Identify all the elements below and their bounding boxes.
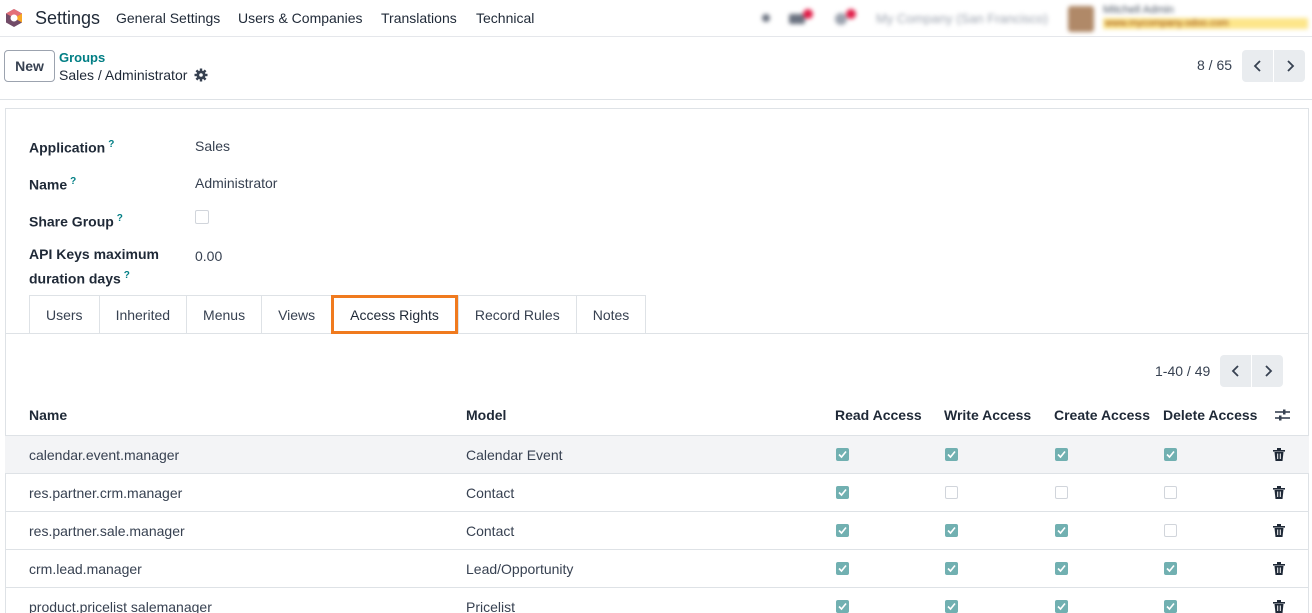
form-tabs: Users Inherited Menus Views Access Right… bbox=[29, 295, 647, 334]
chevron-left-icon bbox=[1231, 365, 1239, 377]
previous-record-button[interactable] bbox=[1242, 50, 1273, 82]
user-avatar[interactable] bbox=[1068, 6, 1094, 32]
next-record-button[interactable] bbox=[1274, 50, 1305, 82]
column-header-delete[interactable]: Delete Access bbox=[1163, 407, 1257, 423]
menu-users-companies[interactable]: Users & Companies bbox=[238, 10, 363, 26]
write-access-checkbox[interactable] bbox=[945, 524, 958, 537]
tab-record-rules[interactable]: Record Rules bbox=[457, 295, 576, 334]
app-name[interactable]: Settings bbox=[35, 8, 100, 29]
tab-access-rights[interactable]: Access Rights bbox=[331, 295, 458, 334]
trash-icon[interactable] bbox=[1273, 486, 1285, 499]
company-switcher[interactable]: My Company (San Francisco) bbox=[876, 11, 1048, 26]
help-tooltip-icon[interactable]: ? bbox=[117, 213, 123, 224]
share-group-checkbox[interactable] bbox=[195, 210, 209, 224]
table-row[interactable]: res.partner.sale.manager Contact bbox=[5, 511, 1309, 549]
top-navbar: Settings General Settings Users & Compan… bbox=[0, 0, 1312, 37]
create-access-checkbox[interactable] bbox=[1055, 524, 1068, 537]
read-access-checkbox[interactable] bbox=[836, 524, 849, 537]
cell-model[interactable]: Calendar Event bbox=[466, 447, 563, 463]
name-value[interactable]: Administrator bbox=[195, 175, 277, 191]
create-access-checkbox[interactable] bbox=[1055, 486, 1068, 499]
read-access-checkbox[interactable] bbox=[836, 562, 849, 575]
help-tooltip-icon[interactable]: ? bbox=[124, 270, 130, 281]
cell-model[interactable]: Lead/Opportunity bbox=[466, 561, 573, 577]
column-header-create[interactable]: Create Access bbox=[1054, 407, 1150, 423]
read-access-checkbox[interactable] bbox=[836, 600, 849, 613]
delete-access-checkbox[interactable] bbox=[1164, 600, 1177, 613]
trash-icon[interactable] bbox=[1273, 600, 1285, 613]
application-label: Application? bbox=[29, 139, 115, 156]
list-pager[interactable]: 1-40 / 49 bbox=[1155, 363, 1210, 379]
user-db: www.mycompany.odoo.com bbox=[1103, 18, 1308, 29]
read-access-checkbox[interactable] bbox=[836, 486, 849, 499]
read-access-checkbox[interactable] bbox=[836, 448, 849, 461]
list-next-button[interactable] bbox=[1252, 355, 1283, 387]
delete-access-checkbox[interactable] bbox=[1164, 562, 1177, 575]
delete-access-checkbox[interactable] bbox=[1164, 486, 1177, 499]
tab-users[interactable]: Users bbox=[29, 295, 99, 334]
create-access-checkbox[interactable] bbox=[1055, 600, 1068, 613]
tab-menus[interactable]: Menus bbox=[186, 295, 262, 334]
share-group-label: Share Group? bbox=[29, 213, 123, 230]
column-header-model[interactable]: Model bbox=[466, 407, 506, 423]
menu-general-settings[interactable]: General Settings bbox=[116, 10, 220, 26]
messages-icon[interactable] bbox=[787, 8, 815, 28]
new-button[interactable]: New bbox=[4, 50, 55, 82]
column-header-write[interactable]: Write Access bbox=[944, 407, 1031, 423]
cell-model[interactable]: Contact bbox=[466, 523, 514, 539]
help-tooltip-icon[interactable]: ? bbox=[70, 176, 76, 187]
breadcrumb-groups[interactable]: Groups bbox=[59, 50, 105, 65]
gear-icon[interactable] bbox=[194, 68, 208, 82]
name-label: Name? bbox=[29, 176, 77, 193]
optional-columns-icon[interactable] bbox=[1275, 408, 1290, 422]
trash-icon[interactable] bbox=[1273, 562, 1285, 575]
application-value[interactable]: Sales bbox=[195, 138, 230, 154]
create-access-checkbox[interactable] bbox=[1055, 562, 1068, 575]
trash-icon[interactable] bbox=[1273, 448, 1285, 461]
cell-name[interactable]: res.partner.sale.manager bbox=[29, 523, 185, 539]
create-access-checkbox[interactable] bbox=[1055, 448, 1068, 461]
table-row[interactable]: calendar.event.manager Calendar Event bbox=[5, 435, 1309, 473]
delete-access-checkbox[interactable] bbox=[1164, 524, 1177, 537]
api-keys-label: API Keys maximum duration days? bbox=[29, 246, 159, 287]
trash-icon[interactable] bbox=[1273, 524, 1285, 537]
tab-inherited[interactable]: Inherited bbox=[98, 295, 187, 334]
table-row[interactable]: crm.lead.manager Lead/Opportunity bbox=[5, 549, 1309, 587]
write-access-checkbox[interactable] bbox=[945, 600, 958, 613]
cell-name[interactable]: res.partner.crm.manager bbox=[29, 485, 182, 501]
tab-views[interactable]: Views bbox=[261, 295, 332, 334]
delete-access-checkbox[interactable] bbox=[1164, 448, 1177, 461]
menu-technical[interactable]: Technical bbox=[476, 10, 534, 26]
menu-translations[interactable]: Translations bbox=[381, 10, 457, 26]
table-row[interactable]: product.pricelist salemanager Pricelist bbox=[5, 587, 1309, 613]
tab-notes[interactable]: Notes bbox=[575, 295, 647, 334]
cell-name[interactable]: product.pricelist salemanager bbox=[29, 599, 212, 613]
user-name[interactable]: Mitchell Admin bbox=[1103, 4, 1174, 16]
record-pager[interactable]: 8 / 65 bbox=[1197, 57, 1232, 73]
write-access-checkbox[interactable] bbox=[945, 562, 958, 575]
activity-icon[interactable] bbox=[832, 8, 860, 28]
control-panel: New Groups Sales / Administrator 8 / 65 bbox=[0, 37, 1312, 100]
table-row[interactable]: res.partner.crm.manager Contact bbox=[5, 473, 1309, 511]
cell-name[interactable]: crm.lead.manager bbox=[29, 561, 142, 577]
chevron-right-icon bbox=[1286, 60, 1294, 72]
chevron-right-icon bbox=[1264, 365, 1272, 377]
column-header-name[interactable]: Name bbox=[29, 407, 67, 423]
chevron-left-icon bbox=[1253, 60, 1261, 72]
cell-model[interactable]: Contact bbox=[466, 485, 514, 501]
breadcrumb-current: Sales / Administrator bbox=[59, 67, 188, 83]
api-keys-value[interactable]: 0.00 bbox=[195, 248, 222, 264]
write-access-checkbox[interactable] bbox=[945, 448, 958, 461]
cell-name[interactable]: calendar.event.manager bbox=[29, 447, 179, 463]
write-access-checkbox[interactable] bbox=[945, 486, 958, 499]
column-header-read[interactable]: Read Access bbox=[835, 407, 922, 423]
list-previous-button[interactable] bbox=[1220, 355, 1251, 387]
help-tooltip-icon[interactable]: ? bbox=[108, 139, 114, 150]
odoo-logo-icon[interactable] bbox=[4, 8, 24, 28]
cell-model[interactable]: Pricelist bbox=[466, 599, 515, 613]
bug-icon[interactable] bbox=[760, 12, 772, 24]
